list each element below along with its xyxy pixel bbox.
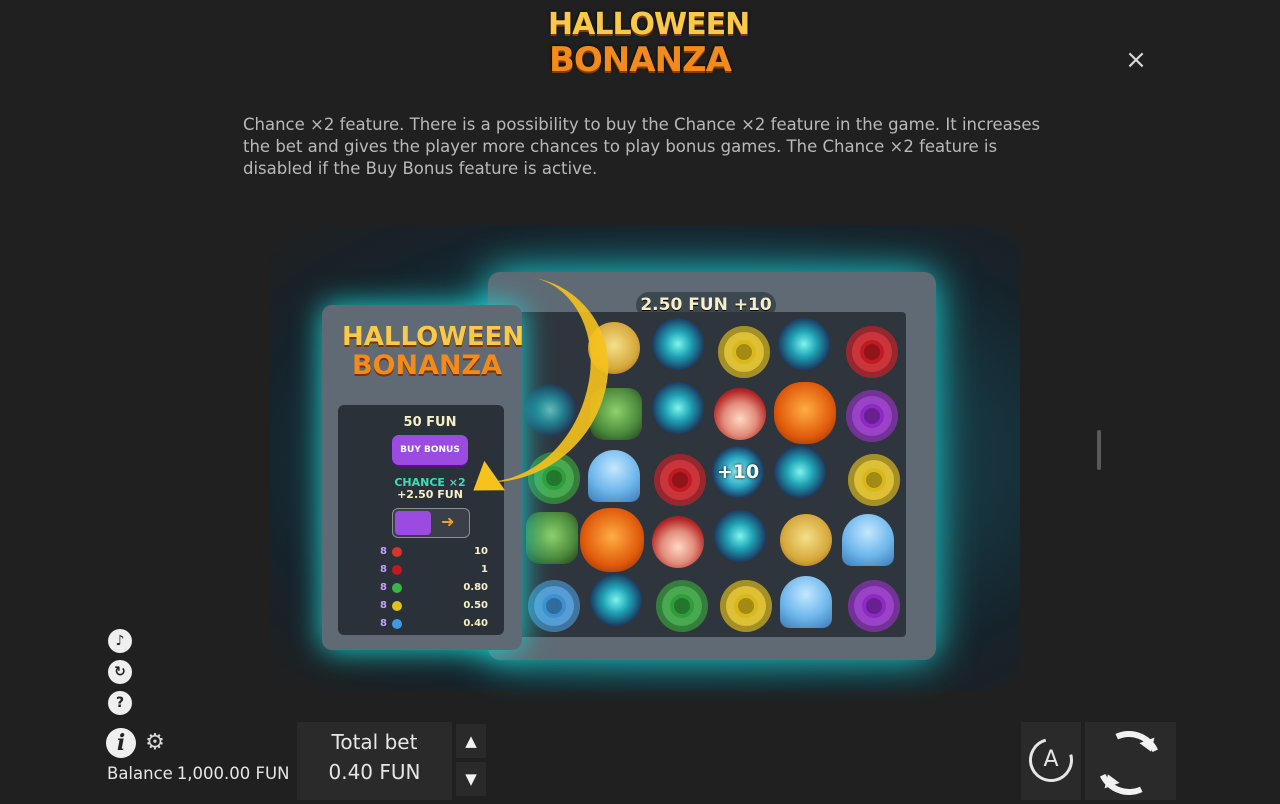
total-bet-label: Total bet <box>331 730 418 754</box>
preview-paytable: 8 10 8 1 8 0.80 8 0.50 8 0.40 <box>380 543 488 633</box>
logo-line1: HALLOWEEN <box>548 7 750 42</box>
bet-increase-button[interactable]: ▲ <box>456 724 486 758</box>
help-icon[interactable]: ? <box>108 691 132 715</box>
toggle-knob <box>395 511 431 535</box>
bat-symbol <box>590 574 642 626</box>
paytable-count: 8 <box>380 546 387 557</box>
history-icon[interactable]: ↻ <box>108 660 132 684</box>
blue-coin-icon <box>392 619 402 629</box>
preview-chance-toggle: ➜ <box>392 508 470 538</box>
bat-symbol <box>652 382 704 434</box>
ghost-symbol <box>780 576 832 628</box>
purple-coin-symbol <box>848 580 900 632</box>
preview-chance-label: CHANCE ×2 +2.50 FUN <box>380 477 480 501</box>
feature-description: Chance ×2 feature. There is a possibilit… <box>243 115 1041 178</box>
scrollbar[interactable] <box>1097 430 1101 470</box>
witch-symbol <box>652 516 704 568</box>
preview-buy-price: 50 FUN <box>403 415 457 430</box>
balance-display: Balance 1,000.00 FUN <box>107 764 293 783</box>
bat-symbol <box>778 318 830 370</box>
yellow-coin-icon <box>392 601 402 611</box>
logo-line2: BONANZA <box>548 40 732 80</box>
gear-icon[interactable]: ⚙ <box>143 731 167 755</box>
purple-coin-symbol <box>846 390 898 442</box>
green-coin-icon <box>392 583 402 593</box>
yellow-coin-symbol <box>848 454 900 506</box>
total-bet-value: 0.40 FUN <box>328 760 421 784</box>
autoplay-letter: A <box>1043 747 1059 772</box>
pumpkin-symbol <box>774 382 836 444</box>
chance-price: +2.50 FUN <box>397 488 463 501</box>
frankenstein-symbol <box>526 512 578 564</box>
bet-decrease-button[interactable]: ▼ <box>456 762 486 796</box>
total-bet-display: Total bet 0.40 FUN <box>297 722 452 800</box>
info-icon[interactable]: i <box>106 728 136 758</box>
bat-symbol <box>774 446 826 498</box>
arrow-right-icon: ➜ <box>441 512 455 531</box>
yellow-coin-symbol <box>720 580 772 632</box>
multiplier-symbol: +10 <box>712 446 764 498</box>
balance-value: 1,000.00 FUN <box>176 764 290 783</box>
blue-coin-symbol <box>528 580 580 632</box>
green-coin-symbol <box>656 580 708 632</box>
paytable-count: 8 <box>380 582 387 593</box>
witch-symbol <box>714 388 766 440</box>
paytable-row: 8 0.40 <box>380 615 488 633</box>
paytable-value: 0.40 <box>463 618 488 629</box>
spin-button[interactable] <box>1085 721 1176 804</box>
paytable-row: 8 0.80 <box>380 579 488 597</box>
red-coin-symbol <box>654 454 706 506</box>
spin-icon <box>1087 721 1171 804</box>
paytable-row: 8 10 <box>380 543 488 561</box>
game-logo: HALLOWEEN BONANZA <box>548 7 750 80</box>
paytable-value: 1 <box>481 564 488 575</box>
ghost-symbol <box>588 450 640 502</box>
red-coin-icon <box>392 565 402 575</box>
paytable-count: 8 <box>380 618 387 629</box>
paytable-value: 0.50 <box>463 600 488 611</box>
yellow-coin-symbol <box>718 326 770 378</box>
mummy-symbol <box>780 514 832 566</box>
paytable-count: 8 <box>380 600 387 611</box>
paytable-row: 8 0.50 <box>380 597 488 615</box>
preview-buy-bonus-button: BUY BONUS <box>392 435 468 465</box>
paytable-count: 8 <box>380 564 387 575</box>
bat-symbol <box>714 510 766 562</box>
sound-icon[interactable]: ♪ <box>108 629 132 653</box>
witch-icon <box>392 547 402 557</box>
paytable-value: 0.80 <box>463 582 488 593</box>
red-coin-symbol <box>846 326 898 378</box>
paytable-row: 8 1 <box>380 561 488 579</box>
close-button[interactable]: × <box>1122 46 1150 74</box>
bat-symbol <box>652 318 704 370</box>
balance-label: Balance <box>107 764 173 783</box>
paytable-value: 10 <box>474 546 488 557</box>
autoplay-button[interactable]: A <box>1020 722 1082 800</box>
ghost-symbol <box>842 514 894 566</box>
pumpkin-symbol <box>580 508 644 572</box>
